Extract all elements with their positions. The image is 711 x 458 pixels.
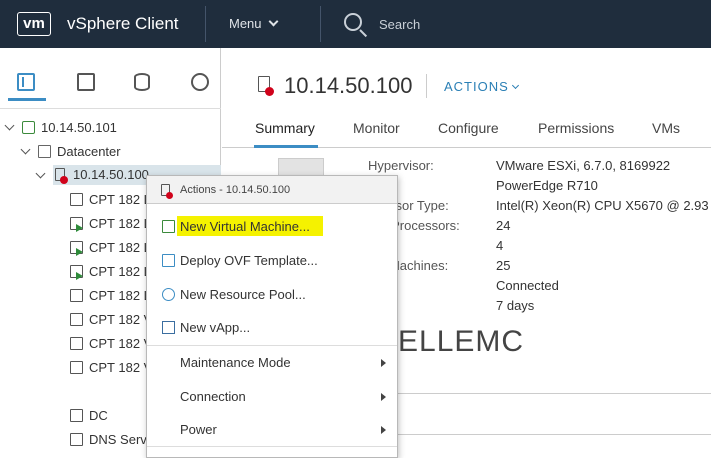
hosts-clusters-icon[interactable] — [17, 73, 35, 91]
datacenter-icon — [38, 145, 51, 158]
tab-monitor[interactable]: Monitor — [353, 120, 400, 136]
context-menu-title: Actions - 10.14.50.100 — [180, 184, 291, 196]
property-value: 25 — [496, 258, 511, 273]
chevron-down-icon[interactable] — [35, 168, 46, 179]
actions-context-menu: Actions - 10.14.50.100 New Virtual Machi… — [146, 175, 398, 458]
tree-item-vm[interactable]: CPT 182 V — [89, 310, 152, 330]
ovf-template-icon — [162, 254, 175, 267]
tree-item-vm[interactable]: CPT 182 L — [89, 190, 151, 210]
powered-on-icon — [76, 272, 83, 280]
storage-icon[interactable] — [134, 73, 150, 91]
tab-permissions[interactable]: Permissions — [538, 120, 614, 136]
menu-item-new-resource-pool[interactable]: New Resource Pool... — [147, 280, 397, 310]
divider — [426, 74, 427, 98]
vm-icon — [70, 337, 83, 350]
menu-item-power[interactable]: Power — [147, 415, 397, 445]
network-icon[interactable] — [191, 73, 209, 91]
actions-button[interactable]: ACTIONS — [444, 79, 519, 94]
navigator-tabs — [0, 48, 221, 102]
powered-on-icon — [76, 224, 83, 232]
active-tab-indicator — [8, 98, 46, 101]
chevron-down-icon[interactable] — [20, 144, 31, 155]
header-divider — [320, 6, 321, 42]
tree-item-vm[interactable]: CPT 182 L — [89, 214, 151, 234]
vms-templates-icon[interactable] — [77, 73, 95, 91]
submenu-arrow-icon — [381, 426, 386, 434]
divider — [397, 434, 711, 435]
context-menu-header: Actions - 10.14.50.100 — [147, 176, 397, 204]
menu-item-connection[interactable]: Connection — [147, 382, 397, 412]
search-icon[interactable] — [344, 13, 362, 31]
menu-item-label: New Virtual Machine... — [180, 219, 310, 234]
menu-item-label: New Resource Pool... — [180, 287, 306, 302]
vapp-icon — [162, 321, 175, 334]
page-title: 10.14.50.100 — [284, 73, 413, 98]
new-vm-icon — [162, 220, 175, 233]
menu-item-maintenance-mode[interactable]: Maintenance Mode — [147, 348, 397, 378]
menu-item-label: New vApp... — [180, 320, 251, 335]
menu-item-deploy-ovf[interactable]: Deploy OVF Template... — [147, 246, 397, 276]
search-input[interactable]: Search — [379, 17, 420, 32]
menu-item-label: Maintenance Mode — [180, 355, 291, 370]
menu-item-label: Deploy OVF Template... — [180, 253, 318, 268]
alert-icon — [265, 87, 274, 96]
tree-item-vm[interactable]: DC — [89, 406, 108, 426]
vmware-logo[interactable]: vm — [17, 12, 51, 36]
property-value: 24 — [496, 218, 511, 233]
tab-bar: Summary Monitor Configure Permissions VM… — [222, 116, 711, 148]
property-value: PowerEdge R710 — [496, 178, 598, 193]
property-label: Hypervisor: — [368, 158, 434, 173]
top-bar: vm vSphere Client Menu Search — [0, 0, 711, 48]
tree-item-host[interactable]: 10.14.50.100 — [73, 165, 149, 185]
tree-item-datacenter[interactable]: Datacenter — [57, 142, 121, 162]
menu-item-label: Connection — [180, 389, 246, 404]
tab-vms[interactable]: VMs — [652, 120, 680, 136]
vcenter-icon — [22, 121, 35, 134]
menu-label: Menu — [229, 16, 262, 31]
tree-item-vm[interactable]: CPT 182 V — [89, 358, 152, 378]
tree-item-vm[interactable]: CPT 182 L — [89, 238, 151, 258]
tree-item-vm[interactable]: CPT 182 V — [89, 334, 152, 354]
dell-emc-logo: ELLEMC — [398, 325, 525, 358]
tree-item-vm[interactable]: CPT 182 L — [89, 286, 151, 306]
menu-button[interactable]: Menu — [229, 16, 278, 31]
submenu-arrow-icon — [381, 393, 386, 401]
resource-pool-icon — [162, 288, 175, 301]
powered-on-icon — [76, 248, 83, 256]
tab-summary[interactable]: Summary — [255, 120, 315, 136]
active-tab-indicator — [254, 145, 318, 148]
alert-icon — [166, 192, 173, 199]
menu-item-new-virtual-machine[interactable]: New Virtual Machine... — [147, 212, 397, 242]
vm-icon — [70, 433, 83, 446]
vm-icon — [70, 409, 83, 422]
tree-item-vcenter[interactable]: 10.14.50.101 — [41, 118, 117, 138]
chevron-down-icon — [268, 16, 278, 27]
chevron-down-icon[interactable] — [4, 120, 15, 131]
alert-icon — [60, 176, 68, 184]
vm-icon — [70, 361, 83, 374]
divider — [0, 108, 221, 109]
tree-item-vm[interactable]: DNS Serv — [89, 430, 147, 450]
property-value: 7 days — [496, 298, 535, 313]
menu-divider — [147, 345, 397, 346]
property-value: Intel(R) Xeon(R) CPU X5670 @ 2.93 — [496, 198, 709, 213]
menu-item-new-vapp[interactable]: New vApp... — [147, 313, 397, 343]
actions-label: ACTIONS — [444, 79, 509, 94]
property-value: VMware ESXi, 6.7.0, 8169922 — [496, 158, 671, 173]
vm-icon — [70, 193, 83, 206]
menu-item-label: Power — [180, 422, 217, 437]
property-value: 4 — [496, 238, 504, 253]
app-title: vSphere Client — [67, 14, 179, 33]
tab-configure[interactable]: Configure — [438, 120, 499, 136]
menu-divider — [147, 446, 397, 447]
submenu-arrow-icon — [381, 359, 386, 367]
divider — [397, 393, 711, 394]
vm-icon — [70, 289, 83, 302]
property-value: Connected — [496, 278, 559, 293]
header-divider — [205, 6, 206, 42]
tree-item-vm[interactable]: CPT 182 L — [89, 262, 151, 282]
vm-icon — [70, 313, 83, 326]
chevron-down-icon — [511, 81, 519, 90]
